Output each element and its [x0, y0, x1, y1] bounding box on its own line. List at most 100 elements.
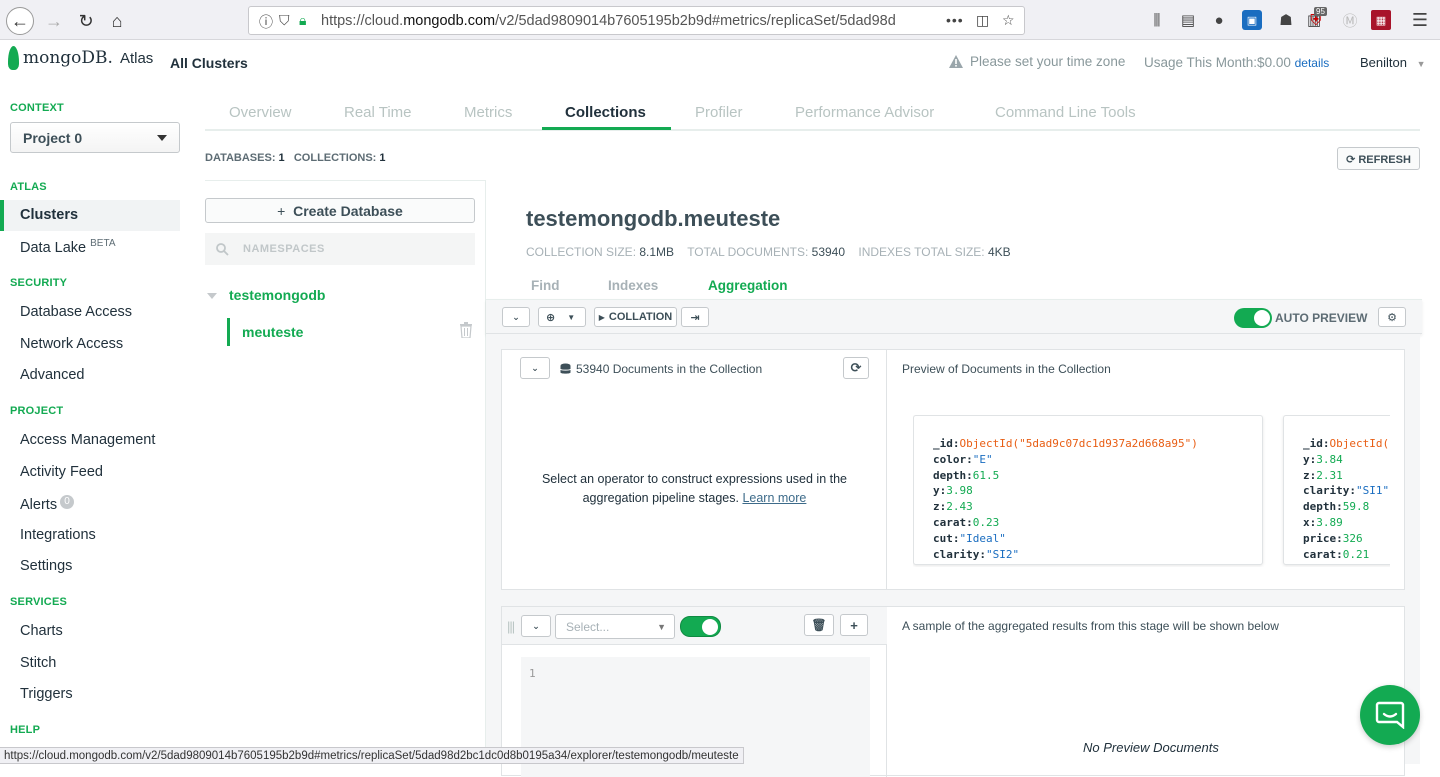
- beta-tag: BETA: [90, 238, 116, 249]
- refresh-icon[interactable]: ⟳: [843, 357, 869, 379]
- cluster-tabs: Overview Real Time Metrics Collections P…: [205, 90, 1420, 131]
- settings-gear-icon[interactable]: ⚙: [1378, 307, 1406, 327]
- sidebar-item-charts[interactable]: Charts: [20, 623, 63, 639]
- all-clusters-link[interactable]: All Clusters: [170, 55, 248, 71]
- url-text[interactable]: https://cloud.mongodb.com/v2/5dad9809014…: [321, 13, 907, 29]
- sidebar-item-stitch[interactable]: Stitch: [20, 655, 56, 671]
- address-bar[interactable]: ⓘ ⛉ 🔒︎ https://cloud.mongodb.com/v2/5dad…: [248, 6, 1025, 35]
- browser-toolbar: ← → ↻ ⌂ ⓘ ⛉ 🔒︎ https://cloud.mongodb.com…: [0, 0, 1440, 40]
- extension-icon[interactable]: ☗: [1276, 10, 1296, 30]
- user-menu[interactable]: Benilton ▼: [1360, 55, 1426, 70]
- chat-launcher-button[interactable]: [1360, 685, 1420, 745]
- collation-label: COLLATION: [608, 311, 673, 323]
- refresh-button[interactable]: ⟳ REFRESH: [1337, 147, 1420, 170]
- namespace-search-placeholder: NAMESPACES: [243, 243, 325, 255]
- tab-collections[interactable]: Collections: [565, 104, 646, 121]
- pipeline-workspace: ⌄ 53940 Documents in the Collection ⟳ Se…: [486, 334, 1420, 777]
- page-actions-icon[interactable]: •••: [946, 12, 964, 28]
- drag-handle-icon[interactable]: |||: [507, 619, 515, 634]
- bookmark-star-icon[interactable]: ☆: [1002, 12, 1015, 29]
- reader-sidebar-icon[interactable]: ▤: [1178, 10, 1198, 30]
- caret-down-icon[interactable]: [207, 293, 217, 299]
- stage-operator-select[interactable]: Select... ▼: [555, 614, 675, 639]
- doc-field: 61.5: [972, 468, 1000, 482]
- subtab-find[interactable]: Find: [531, 278, 560, 293]
- collapse-stage-button[interactable]: ⌄: [520, 357, 550, 379]
- editor-line-number: 1: [529, 667, 536, 680]
- caret-down-icon: ▼: [657, 621, 666, 632]
- auto-preview-toggle[interactable]: [1234, 308, 1272, 328]
- tab-performance-advisor[interactable]: Performance Advisor: [795, 104, 934, 121]
- trash-icon[interactable]: [459, 322, 473, 338]
- shield-icon[interactable]: ⛉: [279, 12, 290, 29]
- extension-icon[interactable]: Ⓜ: [1340, 10, 1360, 30]
- total-documents: 53940: [811, 245, 846, 259]
- collection-item[interactable]: meuteste: [242, 324, 303, 340]
- extension-icon[interactable]: ▦: [1371, 10, 1391, 30]
- project-select[interactable]: Project 0: [10, 122, 180, 153]
- doc-field: 326: [1342, 531, 1363, 545]
- doc-field: 3.98: [946, 484, 973, 498]
- subtab-indexes[interactable]: Indexes: [608, 278, 658, 293]
- sidebar-item-settings[interactable]: Settings: [20, 558, 72, 574]
- tab-profiler[interactable]: Profiler: [695, 104, 743, 121]
- tab-overview[interactable]: Overview: [229, 104, 292, 121]
- lock-icon: 🔒︎: [299, 12, 307, 28]
- no-preview-text: No Preview Documents: [1083, 740, 1219, 755]
- sidebar-item-activity-feed[interactable]: Activity Feed: [20, 464, 103, 480]
- library-icon[interactable]: ⫼: [1147, 10, 1167, 30]
- back-icon[interactable]: ←: [6, 7, 34, 35]
- source-document-count: 53940 Documents in the Collection: [576, 362, 763, 376]
- aggregation-toolbar: ⌄ ⊕ ▼ ▶ COLLATION ⇥ AUTO PREVIEW ⚙: [486, 299, 1422, 334]
- doc-field: "Ideal": [959, 531, 1006, 545]
- usage-details-link[interactable]: details: [1295, 56, 1330, 70]
- sidebar-item-database-access[interactable]: Database Access: [20, 304, 132, 320]
- tab-command-line-tools[interactable]: Command Line Tools: [995, 104, 1136, 121]
- data-lake-label: Data Lake: [20, 239, 87, 256]
- sidebar-item-access-management[interactable]: Access Management: [20, 432, 155, 448]
- sidebar-item-network-access[interactable]: Network Access: [20, 336, 123, 352]
- menu-icon[interactable]: ☰: [1410, 10, 1430, 30]
- collapse-stage-button[interactable]: ⌄: [521, 615, 551, 637]
- namespace-search-input[interactable]: NAMESPACES: [205, 233, 475, 265]
- status-bar-url: https://cloud.mongodb.com/v2/5dad9809014…: [0, 747, 744, 764]
- delete-stage-icon[interactable]: 🗑︎: [804, 614, 834, 636]
- logo-atlas: Atlas: [119, 49, 154, 67]
- logo-text: mongoDB.: [23, 48, 113, 68]
- stage-enabled-toggle[interactable]: [680, 616, 721, 637]
- create-database-button[interactable]: + Create Database: [205, 198, 475, 223]
- user-name: Benilton: [1360, 55, 1407, 70]
- doc-field: "SI1": [1355, 484, 1390, 498]
- sidebar-item-integrations[interactable]: Integrations: [20, 527, 96, 543]
- home-icon[interactable]: ⌂: [103, 7, 131, 35]
- learn-more-link[interactable]: Learn more: [742, 491, 806, 505]
- pocket-icon[interactable]: ◫: [976, 12, 989, 29]
- doc-field: ObjectId(: [1329, 437, 1390, 450]
- sidebar-item-alerts[interactable]: Alerts 0: [20, 495, 75, 513]
- timezone-warning[interactable]: Please set your time zone: [948, 54, 1125, 69]
- info-icon[interactable]: ⓘ: [259, 12, 273, 32]
- caret-right-icon: ▶: [598, 312, 605, 322]
- add-stage-after-icon[interactable]: +: [840, 614, 868, 636]
- tab-metrics[interactable]: Metrics: [464, 104, 512, 121]
- extension-icon[interactable]: ▣: [1242, 10, 1262, 30]
- collapse-all-button[interactable]: ⌄: [502, 307, 530, 327]
- sidebar-item-advanced[interactable]: Advanced: [20, 367, 85, 383]
- plus-circle-icon: ⊕: [546, 311, 556, 324]
- collections-count: 1: [379, 152, 386, 164]
- section-help: HELP: [10, 724, 41, 736]
- reload-icon[interactable]: ↻: [72, 7, 100, 35]
- export-icon[interactable]: ⇥: [681, 307, 709, 327]
- add-stage-button[interactable]: ⊕ ▼: [538, 307, 586, 327]
- collation-button[interactable]: ▶ COLLATION: [594, 307, 677, 327]
- sidebar-item-triggers[interactable]: Triggers: [20, 686, 73, 702]
- sidebar-item-clusters[interactable]: Clusters: [20, 207, 78, 223]
- chevron-down-icon: ▼: [1416, 59, 1426, 69]
- sidebar-item-data-lake[interactable]: Data Lake BETA: [20, 238, 116, 256]
- account-icon[interactable]: ●: [1209, 10, 1229, 30]
- forward-icon[interactable]: →: [40, 7, 68, 35]
- tab-real-time[interactable]: Real Time: [344, 104, 412, 121]
- subtab-aggregation[interactable]: Aggregation: [708, 278, 788, 293]
- mongodb-atlas-logo[interactable]: mongoDB. Atlas: [8, 46, 153, 70]
- database-item[interactable]: testemongodb: [229, 287, 325, 303]
